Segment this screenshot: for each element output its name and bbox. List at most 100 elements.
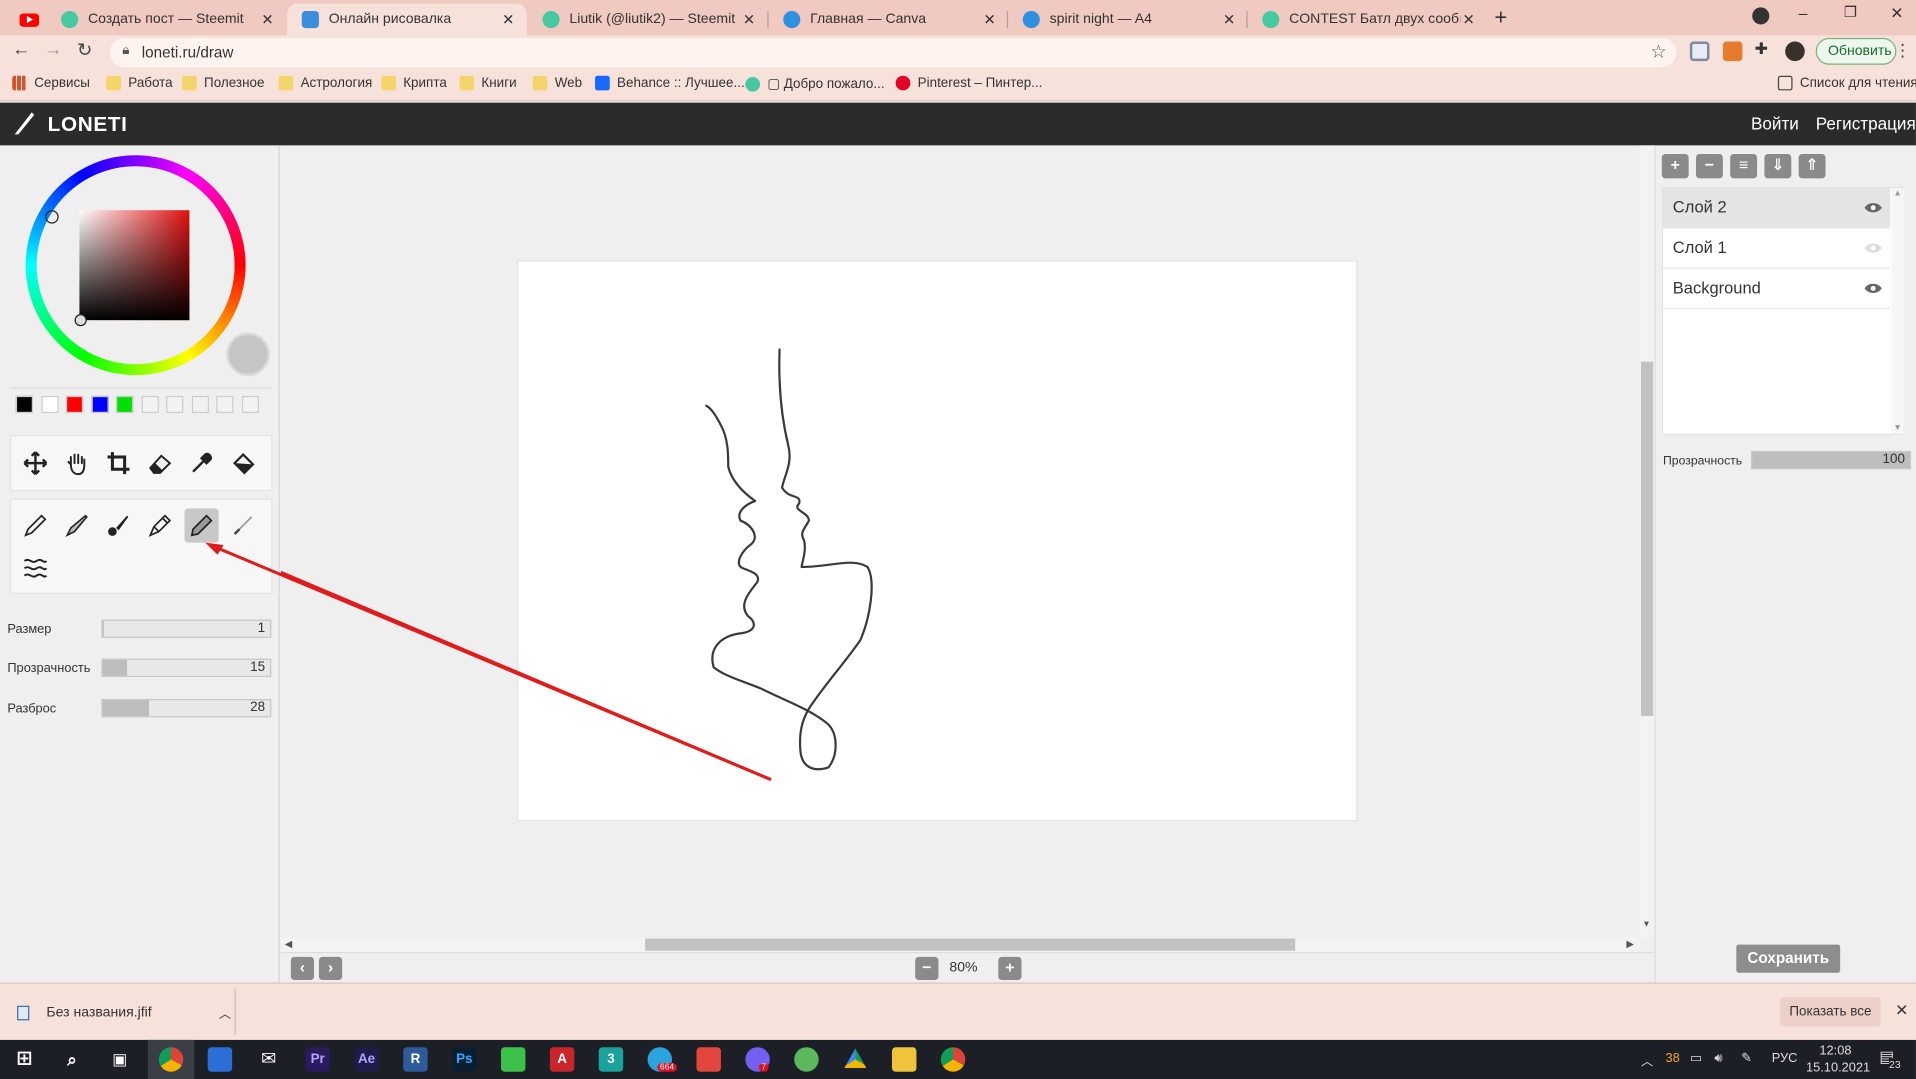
layer-opacity-slider[interactable]: 100	[1750, 450, 1912, 470]
autocad-icon[interactable]: A	[549, 1047, 575, 1072]
layer-item[interactable]: Слой 1	[1663, 228, 1891, 269]
scroll-down-icon[interactable]: ▼	[1642, 920, 1650, 929]
airbrush-icon[interactable]	[226, 508, 260, 542]
remove-layer-button[interactable]: −	[1695, 153, 1723, 179]
bookmark-folder[interactable]: Работа	[106, 75, 173, 91]
move-icon[interactable]	[18, 446, 52, 480]
color-swatch[interactable]	[91, 395, 109, 414]
close-icon[interactable]: ✕	[1463, 11, 1475, 28]
app-3-icon[interactable]: 3	[598, 1047, 624, 1072]
horizontal-scrollbar[interactable]: ◀ ▶	[281, 937, 1640, 952]
crop-icon[interactable]	[101, 446, 135, 480]
download-item[interactable]: Без названия.jfif ︿	[17, 1003, 231, 1022]
bookmark-apps[interactable]: Сервисы	[12, 75, 90, 91]
utorrent-icon[interactable]	[794, 1047, 819, 1072]
pencil-icon[interactable]	[18, 508, 52, 542]
color-swatch[interactable]	[141, 395, 159, 414]
redo-button[interactable]: ›	[318, 956, 343, 981]
close-icon[interactable]: ✕	[984, 11, 996, 28]
minimize-icon[interactable]: –	[1799, 4, 1808, 22]
phone-icon[interactable]	[500, 1047, 526, 1072]
scroll-right-icon[interactable]: ▶	[1626, 938, 1634, 949]
forward-icon[interactable]: →	[44, 39, 62, 60]
marker-icon[interactable]	[184, 508, 219, 543]
clock-time[interactable]: 12:08	[1819, 1044, 1851, 1059]
scatter-slider[interactable]: 28	[101, 698, 272, 718]
close-icon[interactable]: ✕	[1223, 11, 1235, 28]
add-layer-button[interactable]: +	[1661, 153, 1689, 179]
eye-icon[interactable]	[1863, 202, 1883, 214]
zoom-out-button[interactable]: −	[915, 956, 939, 981]
temperature-indicator[interactable]: 38	[1665, 1051, 1679, 1066]
chrome-icon[interactable]	[158, 1047, 184, 1072]
volume-icon[interactable]: 🔊︎	[1714, 1051, 1722, 1067]
register-link[interactable]: Регистрация	[1816, 114, 1916, 134]
color-swatch[interactable]	[216, 395, 234, 414]
task-view-icon[interactable]: ▣	[108, 1047, 132, 1071]
close-icon[interactable]: ✕	[502, 11, 514, 28]
more-menu-icon[interactable]: ⋮	[1894, 40, 1911, 61]
merge-layers-button[interactable]: ≡	[1730, 153, 1758, 179]
login-link[interactable]: Войти	[1751, 114, 1799, 134]
color-swatch[interactable]	[191, 395, 209, 414]
eyedropper-icon[interactable]	[185, 446, 219, 480]
network-icon[interactable]: ▭	[1690, 1051, 1702, 1066]
photoshop-icon[interactable]: Ps	[452, 1047, 477, 1072]
saturation-value-picker[interactable]	[79, 210, 190, 321]
move-layer-down-button[interactable]: ⇓	[1764, 153, 1792, 179]
tab-5[interactable]: CONTEST Батл двух сообществ ✕	[1248, 4, 1487, 36]
bookmark-welcome[interactable]: ▢ Добро пожало...	[745, 76, 885, 92]
pinned-tab-youtube[interactable]	[10, 4, 44, 36]
back-icon[interactable]: ←	[12, 39, 30, 60]
color-swatch[interactable]	[15, 395, 33, 414]
bookmark-folder[interactable]: Книги	[459, 75, 517, 91]
color-swatch[interactable]	[116, 395, 134, 414]
tab-0[interactable]: Создать пост — Steemit ✕	[46, 4, 285, 36]
tray-expand-icon[interactable]: ︿	[1641, 1051, 1653, 1069]
hue-handle[interactable]	[45, 210, 59, 224]
address-bar[interactable]: 🔒︎ loneti.ru/draw ☆	[109, 37, 1677, 68]
restore-icon[interactable]: ❐	[1844, 4, 1857, 21]
premiere-icon[interactable]: Pr	[305, 1047, 330, 1072]
round-brush-icon[interactable]	[101, 508, 135, 542]
tab-3[interactable]: Главная — Canva ✕	[769, 4, 1008, 36]
file-explorer-icon[interactable]	[891, 1047, 917, 1072]
vertical-scrollbar[interactable]: ▼	[1639, 145, 1655, 938]
metamask-icon[interactable]	[1722, 41, 1743, 62]
chrome-profile-icon[interactable]	[940, 1047, 966, 1072]
scroll-left-icon[interactable]: ◀	[285, 938, 293, 949]
windows-start-icon[interactable]: ⊞	[12, 1047, 36, 1071]
language-indicator[interactable]: РУС	[1772, 1051, 1798, 1066]
color-swatch[interactable]	[241, 395, 259, 414]
anydesk-icon[interactable]	[696, 1047, 721, 1072]
store-icon[interactable]	[207, 1047, 233, 1072]
update-button[interactable]: Обновить	[1815, 37, 1897, 65]
close-icon[interactable]: ✕	[743, 11, 755, 28]
shield-extension-icon[interactable]	[1689, 41, 1710, 62]
layer-item[interactable]: Слой 2	[1663, 188, 1891, 229]
tab-4[interactable]: spirit night — A4 ✕	[1008, 4, 1247, 36]
tab-search-icon[interactable]	[1752, 7, 1770, 25]
move-layer-up-button[interactable]: ⇑	[1798, 153, 1826, 179]
eraser-icon[interactable]	[143, 446, 177, 480]
bookmark-behance[interactable]: Behance :: Лучшее...	[595, 75, 745, 91]
bookmark-folder[interactable]: Астрология	[278, 75, 372, 91]
color-swatch[interactable]	[40, 395, 59, 414]
tab-1[interactable]: Онлайн рисовалка ✕	[287, 3, 527, 36]
close-icon[interactable]: ✕	[1895, 1001, 1908, 1021]
chevron-up-icon[interactable]: ︿	[219, 1003, 231, 1021]
google-drive-icon[interactable]	[844, 1048, 867, 1069]
layer-item[interactable]: Background	[1663, 268, 1891, 310]
reading-list[interactable]: Список для чтения	[1777, 75, 1916, 91]
scroll-thumb[interactable]	[645, 938, 1296, 951]
layer-list-scrollbar[interactable]: ▲ ▼	[1891, 188, 1904, 434]
reload-icon[interactable]: ↻	[77, 39, 92, 61]
profile-avatar[interactable]	[1785, 41, 1805, 62]
bookmark-folder[interactable]: Полезное	[182, 75, 264, 91]
close-icon[interactable]: ✕	[261, 11, 273, 28]
brush-icon[interactable]	[60, 508, 94, 542]
mail-icon[interactable]: ✉	[257, 1047, 281, 1071]
clock-date[interactable]: 15.10.2021	[1806, 1061, 1870, 1076]
scroll-down-icon[interactable]: ▼	[1892, 424, 1904, 433]
tab-2[interactable]: Liutik (@liutik2) — Steemit ✕	[528, 4, 767, 36]
